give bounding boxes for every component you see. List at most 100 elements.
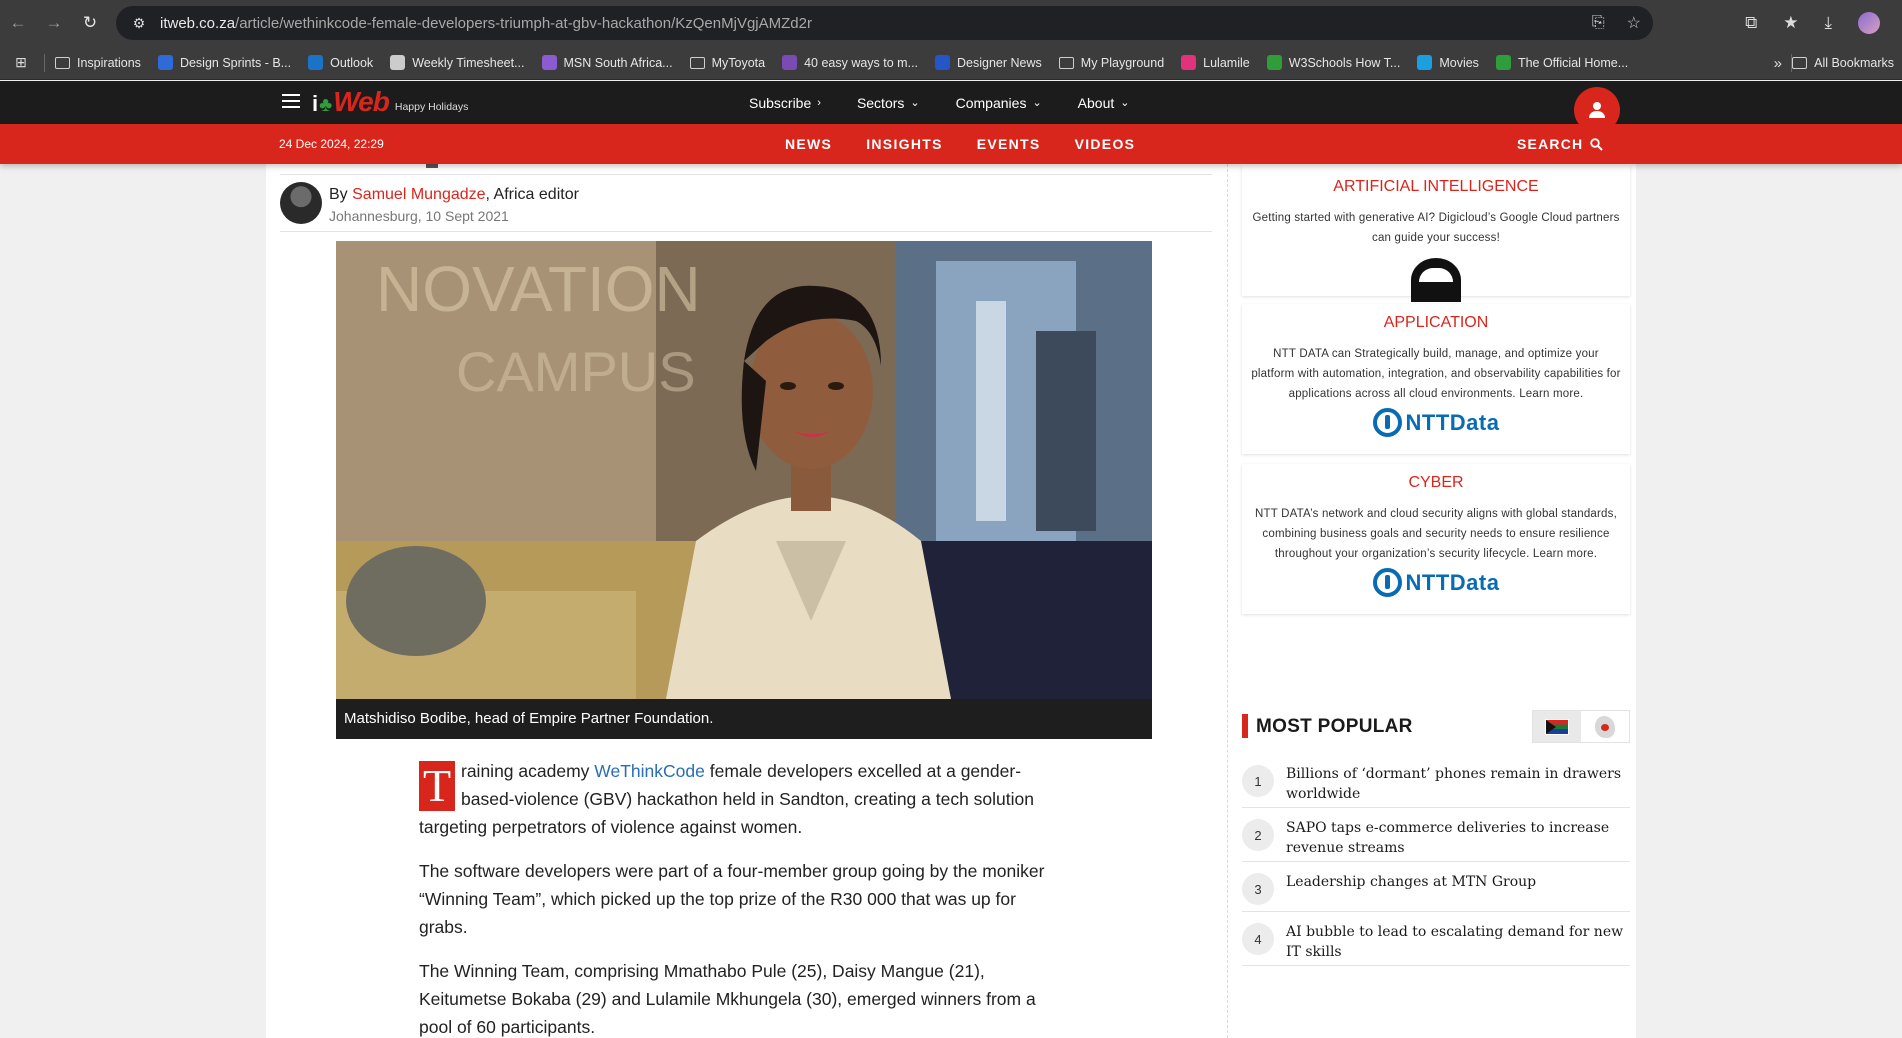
author-link[interactable]: Samuel Mungadze	[352, 186, 485, 203]
tab-africa[interactable]	[1581, 711, 1629, 742]
designer-news-icon	[935, 55, 951, 70]
nav-item-companies[interactable]: Companies ⌄	[956, 95, 1042, 111]
logo-word: Web	[333, 86, 390, 117]
apps-grid-icon[interactable]: ⊞	[12, 54, 30, 72]
bookmark-star-icon[interactable]: ☆	[1627, 13, 1641, 33]
bookmark-label: MSN South Africa...	[563, 55, 673, 70]
bookmark-item[interactable]: My Playground	[1058, 56, 1164, 70]
drop-cap: T	[419, 761, 455, 811]
bookmark-item[interactable]: MyToyota	[689, 56, 765, 70]
bookmarks-manager-icon[interactable]: ★	[1783, 13, 1798, 33]
hero-image: NOVATION CAMPUS	[336, 241, 1152, 699]
official-home-icon	[1495, 55, 1511, 70]
article-icon	[782, 55, 798, 70]
profile-avatar[interactable]	[1858, 12, 1880, 34]
wethinkcode-link[interactable]: WeThinkCode	[594, 761, 705, 781]
bookmark-item[interactable]: Weekly Timesheet...	[390, 55, 525, 70]
author-role: , Africa editor	[485, 186, 579, 203]
most-popular-title: MOST POPULAR	[1256, 716, 1413, 737]
back-icon[interactable]: ←	[0, 0, 36, 46]
popular-item-title: Leadership changes at MTN Group	[1286, 874, 1537, 890]
popular-item[interactable]: 3 Leadership changes at MTN Group	[1242, 862, 1630, 912]
subnav-item-insights[interactable]: INSIGHTS	[866, 136, 943, 152]
bookmarks-bar: ⊞ Inspirations Design Sprints - B... Outlo…	[0, 46, 1902, 80]
bookmark-item[interactable]: Inspirations	[55, 56, 141, 70]
bookmark-item[interactable]: MSN South Africa...	[541, 55, 673, 70]
popular-item[interactable]: 4 AI bubble to lead to escalating demand …	[1242, 912, 1630, 966]
w3schools-icon	[1266, 55, 1282, 70]
rank-badge: 1	[1242, 765, 1274, 797]
region-tabs	[1532, 710, 1630, 743]
bookmark-item[interactable]: Movies	[1417, 55, 1479, 70]
folder-icon	[55, 56, 70, 69]
install-app-icon[interactable]: ⎘	[1592, 14, 1605, 32]
forward-icon[interactable]: →	[36, 0, 72, 46]
bookmark-item[interactable]: 40 easy ways to m...	[782, 55, 918, 70]
most-popular-list: 1 Billions of ‘dormant’ phones remain in …	[1242, 754, 1630, 966]
bookmark-item[interactable]: Designer News	[935, 55, 1042, 70]
author-avatar[interactable]	[280, 182, 322, 224]
bookmark-item[interactable]: Lulamile	[1181, 55, 1250, 70]
bookmark-label: The Official Home...	[1517, 55, 1629, 70]
bookmarks-separator	[44, 53, 45, 72]
nav-item-sectors[interactable]: Sectors ⌄	[857, 95, 920, 111]
bookmarks-overflow-icon[interactable]: »	[1774, 46, 1782, 80]
bookmark-label: Outlook	[330, 55, 374, 70]
site-info-icon[interactable]: ⚙	[130, 14, 148, 32]
promo-title: APPLICATION	[1383, 314, 1489, 331]
movies-icon	[1417, 55, 1433, 70]
url-path: /article/wethinkcode-female-developers-t…	[235, 14, 812, 32]
chevron-icon: ⌄	[910, 97, 920, 109]
popular-item[interactable]: 2 SAPO taps e-commerce deliveries to incr…	[1242, 808, 1630, 862]
nav-label: About	[1077, 94, 1115, 111]
promo-application[interactable]: APPLICATION NTT DATA can Strategically b…	[1242, 304, 1630, 454]
itweb-logo[interactable]: i ♣ Web Happy Holidays	[312, 87, 468, 117]
bookmark-item[interactable]: Outlook	[308, 55, 373, 70]
address-bar[interactable]: ⚙ itweb.co.za/article/wethinkcode-female…	[116, 6, 1653, 40]
all-bookmarks[interactable]: All Bookmarks	[1792, 46, 1894, 80]
extensions-icon[interactable]: ⧉	[1745, 13, 1757, 33]
url-text[interactable]: itweb.co.za/article/wethinkcode-female-d…	[160, 15, 812, 32]
byline-prefix: By	[329, 186, 353, 203]
page-content: By Samuel Mungadze, Africa editor Johann…	[266, 164, 1636, 1038]
subnav-item-events[interactable]: EVENTS	[977, 136, 1041, 152]
nav-label: Sectors	[856, 94, 905, 111]
article-body: Training academy WeThinkCode female deve…	[419, 757, 1059, 1038]
nav-label: Companies	[955, 94, 1027, 111]
outlook-icon	[308, 55, 324, 70]
paragraph: The Winning Team, comprising Mmathabo Pu…	[419, 961, 1036, 1037]
article: By Samuel Mungadze, Africa editor Johann…	[266, 164, 1212, 1038]
main-nav: Subscribe › Sectors ⌄ Companies ⌄ About ⌄	[749, 81, 1165, 124]
user-account-button[interactable]	[1574, 87, 1620, 133]
promo-text: NTT DATA can Strategically build, manage…	[1251, 348, 1621, 400]
dateline: Johannesburg, 10 Sept 2021	[329, 208, 509, 224]
nav-item-about[interactable]: About ⌄	[1078, 95, 1130, 111]
nav-item-subscribe[interactable]: Subscribe ›	[749, 95, 821, 111]
bookmark-label: Inspirations	[77, 55, 141, 70]
popular-item[interactable]: 1 Billions of ‘dormant’ phones remain in …	[1242, 754, 1630, 808]
section-accent-bar	[1242, 714, 1248, 738]
bookmark-label: Lulamile	[1203, 55, 1250, 70]
bookmark-item[interactable]: The Official Home...	[1495, 55, 1629, 70]
reload-icon[interactable]: ↻	[72, 0, 108, 46]
bookmark-label: Movies	[1439, 55, 1479, 70]
subnav-item-news[interactable]: NEWS	[785, 136, 832, 152]
subnav-item-videos[interactable]: VIDEOS	[1075, 136, 1136, 152]
promo-cyber[interactable]: CYBER NTT DATA’s network and cloud secur…	[1242, 464, 1630, 614]
section-nav-bar: 24 Dec 2024, 22:29 NEWS INSIGHTS EVENTS VID…	[0, 124, 1902, 164]
current-date: 24 Dec 2024, 22:29	[279, 137, 384, 151]
bookmark-item[interactable]: W3Schools How T...	[1266, 55, 1400, 70]
promo-title: ARTIFICIAL INTELLIGENCE	[1333, 178, 1539, 195]
svg-text:NOVATION: NOVATION	[376, 253, 701, 325]
bookmark-item[interactable]: Design Sprints - B...	[157, 55, 291, 70]
chevron-icon: ⌄	[1032, 97, 1042, 109]
divider	[280, 231, 1212, 232]
tab-south-africa[interactable]	[1533, 711, 1581, 742]
hamburger-menu-icon[interactable]	[282, 94, 300, 108]
promo-ai[interactable]: ARTIFICIAL INTELLIGENCE Getting started …	[1242, 164, 1630, 302]
folder-icon	[689, 56, 705, 69]
chevron-icon: ›	[817, 96, 821, 109]
downloads-icon[interactable]: ⤓	[1824, 13, 1832, 33]
logo-tagline: Happy Holidays	[394, 101, 469, 113]
popular-item-title: Billions of ‘dormant’ phones remain in d…	[1286, 766, 1622, 802]
